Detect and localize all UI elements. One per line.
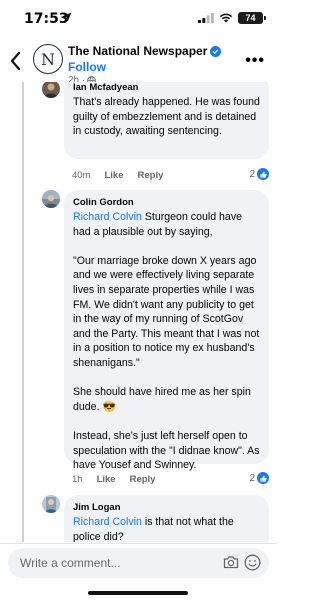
camera-icon[interactable] xyxy=(223,555,239,569)
reaction-summary[interactable]: 2 xyxy=(249,168,269,180)
avatar[interactable] xyxy=(42,82,60,98)
verified-badge-icon xyxy=(210,45,222,57)
battery-level: 74 xyxy=(245,13,256,23)
comment-age: 1h xyxy=(72,474,83,485)
avatar[interactable] xyxy=(42,495,60,513)
reaction-count: 2 xyxy=(249,472,255,484)
back-chevron-icon[interactable] xyxy=(8,50,24,72)
page-logo-letter: N xyxy=(41,49,55,69)
page-logo[interactable]: N xyxy=(33,44,63,74)
status-bar: 17:53 74 xyxy=(0,0,277,36)
status-indicators: 74 xyxy=(198,12,266,24)
signal-icon xyxy=(198,13,214,23)
reaction-count: 2 xyxy=(249,168,255,180)
comment-author[interactable]: Jim Logan xyxy=(73,502,260,513)
wifi-icon xyxy=(219,13,233,23)
thread-line xyxy=(22,82,24,542)
comment-actions: 40m Like Reply xyxy=(72,170,163,181)
mention-link[interactable]: Richard Colvin xyxy=(73,516,142,528)
post-header: N The National Newspaper Follow 2h · ••• xyxy=(0,36,277,88)
comment-text: Richard Colvin is that not what the poli… xyxy=(73,515,260,542)
mention-link[interactable]: Richard Colvin xyxy=(73,211,142,223)
comment-age: 40m xyxy=(72,170,91,181)
comment-body: Sturgeon could have had a plausible out … xyxy=(73,211,260,472)
location-arrow-icon xyxy=(62,12,72,22)
battery-icon: 74 xyxy=(238,12,266,24)
avatar[interactable] xyxy=(42,190,60,208)
follow-button[interactable]: Follow xyxy=(68,60,106,74)
comment-bubble[interactable]: Jim Logan Richard Colvin is that not wha… xyxy=(64,495,269,542)
comment-actions: 1h Like Reply xyxy=(72,474,155,485)
comment-bubble[interactable]: Colin Gordon Richard Colvin Sturgeon cou… xyxy=(64,190,269,471)
like-reaction-icon xyxy=(257,472,269,484)
home-indicator xyxy=(88,591,188,595)
comment-text: That's already happened. He was found gu… xyxy=(73,96,260,138)
comment-text: Richard Colvin Sturgeon could have had a… xyxy=(73,210,260,473)
comment-input[interactable] xyxy=(20,556,210,570)
comment-composer xyxy=(0,543,277,600)
reply-button[interactable]: Reply xyxy=(130,474,156,485)
more-icon[interactable]: ••• xyxy=(245,52,265,70)
comment-input-box[interactable] xyxy=(8,548,269,578)
like-button[interactable]: Like xyxy=(104,170,123,181)
page-name-text: The National Newspaper xyxy=(68,44,208,58)
comment-author[interactable]: Colin Gordon xyxy=(73,197,260,208)
reply-button[interactable]: Reply xyxy=(138,170,164,181)
like-reaction-icon xyxy=(257,168,269,180)
reaction-summary[interactable]: 2 xyxy=(249,472,269,484)
comment-bubble[interactable]: Ian Mcfadyean That's already happened. H… xyxy=(64,82,269,159)
emoji-icon[interactable] xyxy=(244,554,261,571)
like-button[interactable]: Like xyxy=(97,474,116,485)
page-name[interactable]: The National Newspaper xyxy=(68,44,222,58)
comments-list[interactable]: Ian Mcfadyean That's already happened. H… xyxy=(0,82,277,542)
comment-author[interactable]: Ian Mcfadyean xyxy=(73,82,260,93)
